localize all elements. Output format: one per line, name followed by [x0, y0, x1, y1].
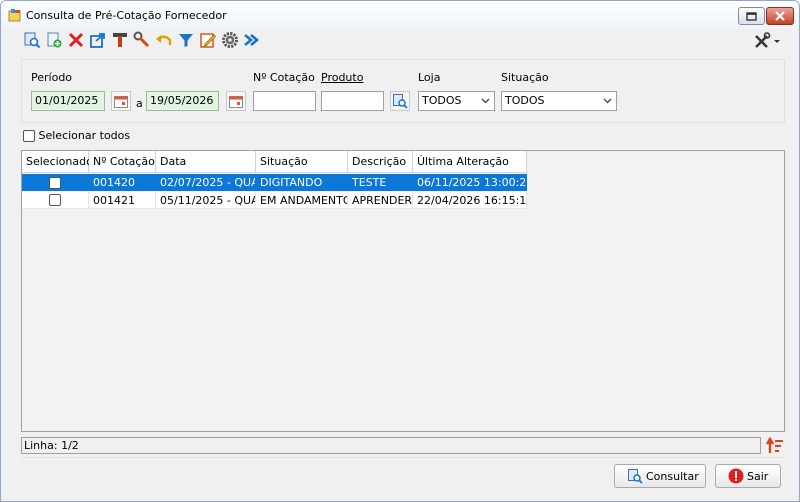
produto-link[interactable]: Produto: [321, 71, 363, 84]
cell-cotacao: 001420: [89, 174, 156, 191]
delete-icon[interactable]: [67, 31, 85, 49]
cell-ultima-alteracao: 22/04/2026 16:15:13: [413, 192, 527, 209]
calendar-icon: [114, 95, 128, 108]
date-to-calendar-button[interactable]: [226, 91, 246, 111]
filter-panel: Período 01/01/2025 a 19/05/2026 Nº Cotaç…: [21, 59, 785, 123]
text-format-icon[interactable]: [111, 31, 129, 49]
column-header-situacao[interactable]: Situação: [256, 151, 348, 173]
cotacao-input[interactable]: [253, 91, 316, 111]
select-all-label: Selecionar todos: [38, 129, 131, 142]
column-header-data[interactable]: Data: [156, 151, 256, 173]
close-button[interactable]: [766, 7, 794, 25]
loja-select[interactable]: TODOS: [418, 91, 495, 111]
restore-icon: [746, 11, 757, 21]
wrench-icon[interactable]: [133, 31, 151, 49]
date-from-calendar-button[interactable]: [111, 91, 131, 111]
main-window: Consulta de Pré-Cotação Fornecedor Perío…: [0, 0, 800, 502]
bottom-panel: Consultar Sair: [21, 457, 785, 491]
loja-label: Loja: [418, 71, 441, 84]
cell-data: 05/11/2025 - QUA: [156, 192, 256, 209]
select-all-checkbox[interactable]: [23, 130, 35, 142]
between-label: a: [136, 97, 143, 110]
calendar-icon: [229, 95, 243, 108]
produto-search-button[interactable]: [390, 91, 410, 111]
exit-icon: [728, 468, 744, 484]
produto-input[interactable]: [321, 91, 384, 111]
consultar-button[interactable]: Consultar: [614, 464, 706, 488]
row-checkbox[interactable]: [49, 194, 61, 206]
app-icon: [8, 9, 21, 22]
table-row[interactable]: 001421 05/11/2025 - QUA EM ANDAMENTO APR…: [22, 192, 527, 209]
column-header-selecionado[interactable]: Selecionado: [22, 151, 93, 173]
date-to-field[interactable]: 19/05/2026: [146, 91, 219, 111]
search-doc-icon: [628, 469, 643, 484]
export-icon[interactable]: [89, 31, 107, 49]
situacao-select-value: TODOS: [505, 94, 545, 107]
title-bar: Consulta de Pré-Cotação Fornecedor: [1, 1, 799, 29]
undo-icon[interactable]: [155, 31, 173, 49]
chevron-down-icon: [481, 98, 490, 104]
table-row[interactable]: 001420 02/07/2025 - QUA DIGITANDO TESTE …: [22, 174, 527, 191]
sort-order-icon[interactable]: [766, 437, 784, 455]
consultar-label: Consultar: [646, 469, 699, 483]
row-checkbox-cell[interactable]: [22, 174, 89, 191]
date-from-field[interactable]: 01/01/2025: [31, 91, 105, 111]
line-counter: Linha: 1/2: [24, 439, 79, 452]
grid-header: Selecionado Nº Cotação Data Situação Des…: [22, 151, 527, 173]
sair-button[interactable]: Sair: [715, 464, 781, 488]
search-doc-icon[interactable]: [23, 31, 41, 49]
cell-descricao: APRENDER: [348, 192, 413, 209]
select-all-row[interactable]: Selecionar todos: [23, 129, 130, 143]
column-header-descricao[interactable]: Descrição: [348, 151, 413, 173]
cell-cotacao: 001421: [89, 192, 156, 209]
cell-ultima-alteracao: 06/11/2025 13:00:22: [413, 174, 527, 191]
tools-icon: [755, 32, 771, 48]
column-header-cotacao[interactable]: Nº Cotação: [89, 151, 156, 173]
edit-icon[interactable]: [199, 31, 217, 49]
situacao-label: Situação: [501, 71, 549, 84]
status-bar: Linha: 1/2: [21, 437, 761, 454]
add-doc-icon[interactable]: [45, 31, 63, 49]
settings-icon[interactable]: [221, 31, 239, 49]
row-checkbox[interactable]: [49, 176, 61, 189]
chevron-down-icon: [774, 40, 780, 43]
results-grid[interactable]: Selecionado Nº Cotação Data Situação Des…: [21, 150, 785, 432]
loja-select-value: TODOS: [422, 94, 462, 107]
sair-label: Sair: [747, 469, 769, 483]
cotacao-label: Nº Cotação: [253, 71, 315, 84]
restore-button[interactable]: [738, 7, 765, 25]
filter-icon[interactable]: [177, 31, 195, 49]
chevron-down-icon: [603, 98, 612, 104]
forward-icon[interactable]: [243, 31, 261, 49]
situacao-select[interactable]: TODOS: [501, 91, 617, 111]
periodo-label: Período: [31, 71, 73, 84]
tools-menu-button[interactable]: [753, 31, 785, 51]
row-checkbox-cell[interactable]: [22, 192, 89, 209]
cell-data: 02/07/2025 - QUA: [156, 174, 256, 191]
cell-situacao: DIGITANDO: [256, 174, 348, 191]
search-doc-icon: [393, 94, 408, 109]
cell-situacao: EM ANDAMENTO: [256, 192, 348, 209]
column-header-ultima-alteracao[interactable]: Última Alteração: [413, 151, 527, 173]
window-title: Consulta de Pré-Cotação Fornecedor: [26, 9, 227, 22]
cell-descricao: TESTE: [348, 174, 413, 191]
close-icon: [775, 11, 785, 21]
